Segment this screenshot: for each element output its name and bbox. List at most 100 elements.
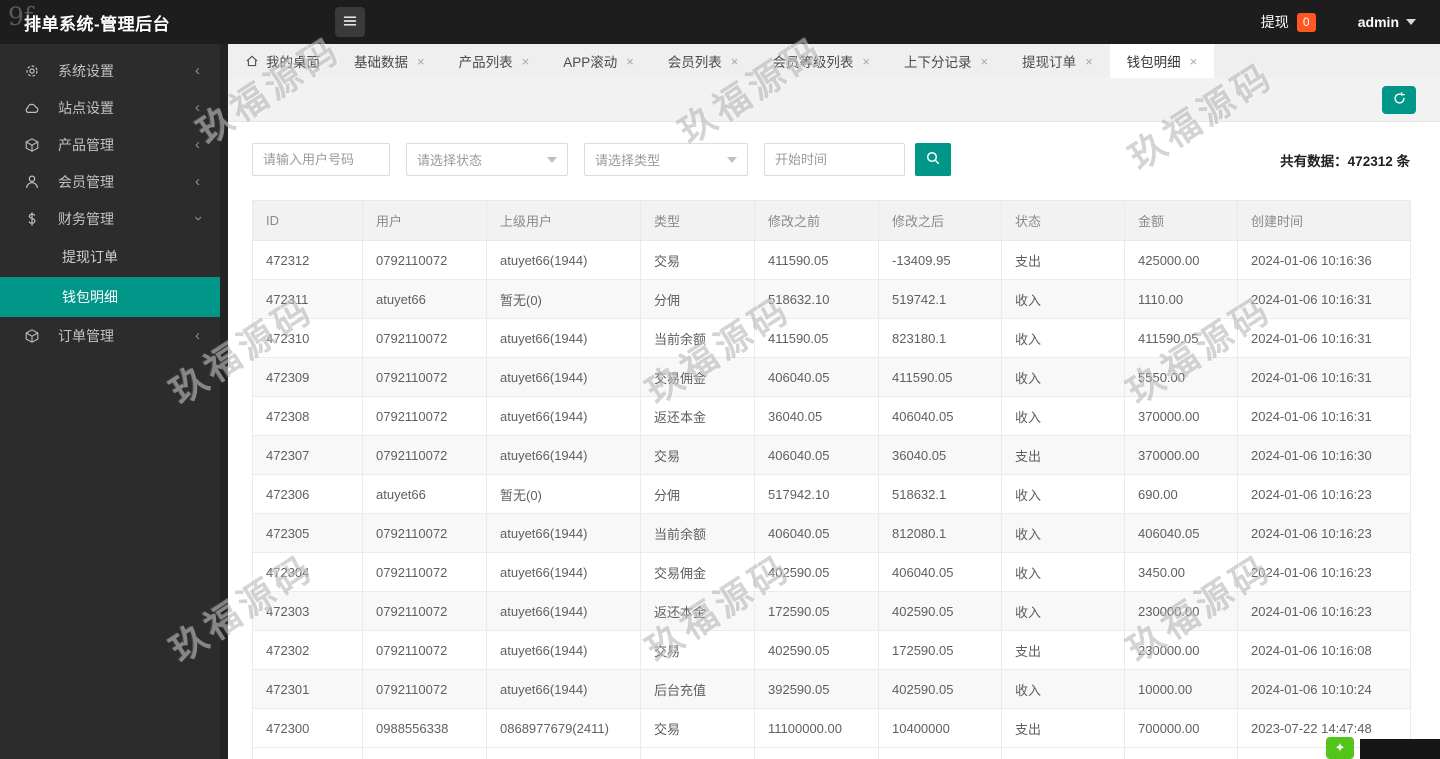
user-number-input[interactable] — [252, 143, 390, 176]
tab-2[interactable]: 产品列表 × — [442, 44, 547, 78]
table-cell: 472305 — [252, 513, 363, 553]
sidebar-item-label: 钱包明细 — [62, 289, 118, 305]
table-cell: 交易佣金 — [640, 552, 755, 592]
chat-widget-bar[interactable] — [1360, 739, 1440, 759]
table-cell: 2024-01-06 10:10:24 — [1237, 669, 1411, 709]
tab-label: 基础数据 — [354, 55, 408, 70]
search-icon — [925, 150, 941, 169]
table-cell: 当前余额 — [640, 513, 755, 553]
tab-0[interactable]: 我的桌面 — [228, 44, 337, 78]
table-cell: 分佣 — [640, 279, 755, 319]
table-cell: 472306 — [252, 474, 363, 514]
table-cell: 当前余额 — [640, 318, 755, 358]
sidebar-scrollbar[interactable] — [220, 44, 228, 759]
tab-4[interactable]: 会员列表 × — [651, 44, 756, 78]
table-cell: 402590.05 — [754, 630, 879, 670]
column-header: 金额 — [1124, 200, 1238, 241]
sidebar-item-2[interactable]: 产品管理 ‹ — [0, 126, 220, 163]
table-cell: 406040.05 — [878, 552, 1002, 592]
tab-label: 产品列表 — [458, 55, 513, 70]
close-icon[interactable]: × — [1085, 55, 1093, 68]
close-icon[interactable]: × — [862, 55, 870, 68]
refresh-button[interactable] — [1382, 85, 1416, 114]
table-cell: atuyet66(1944) — [486, 435, 641, 475]
table-cell — [640, 747, 755, 759]
table-cell — [754, 747, 879, 759]
sidebar-item-7[interactable]: 订单管理 ‹ — [0, 317, 220, 354]
chevron-left-icon: ‹ — [195, 99, 200, 116]
table-cell: 406040.05 — [878, 396, 1002, 436]
gear-icon — [24, 63, 40, 79]
table-cell: 517942.10 — [754, 474, 879, 514]
search-button[interactable] — [915, 143, 951, 176]
sidebar-item-label: 订单管理 — [58, 327, 114, 344]
table-cell: atuyet66(1944) — [486, 240, 641, 280]
withdraw-menu-item[interactable]: 提现 0 — [1261, 12, 1316, 32]
tab-8[interactable]: 钱包明细 × — [1109, 44, 1215, 78]
close-icon[interactable]: × — [417, 55, 425, 68]
table-cell: 0792110072 — [362, 435, 487, 475]
table-cell: 暂无(0) — [486, 279, 641, 319]
sidebar-item-5[interactable]: 提现订单 — [0, 237, 220, 277]
table-cell: 518632.1 — [878, 474, 1002, 514]
cube-icon — [24, 137, 40, 153]
type-select[interactable]: 请选择类型 — [584, 143, 748, 176]
table-cell: 406040.05 — [1124, 513, 1238, 553]
close-icon[interactable]: × — [522, 55, 530, 68]
tab-3[interactable]: APP滚动 × — [546, 44, 651, 78]
tab-label: 提现订单 — [1022, 55, 1077, 70]
tab-6[interactable]: 上下分记录 × — [887, 44, 1005, 78]
sidebar-item-0[interactable]: 系统设置 ‹ — [0, 52, 220, 89]
chevron-left-icon: ‹ — [195, 62, 200, 79]
table-cell: 交易 — [640, 630, 755, 670]
table-cell: 411590.05 — [878, 357, 1002, 397]
hamburger-icon — [342, 13, 358, 32]
table-cell: 425000.00 — [1124, 240, 1238, 280]
table-cell: 36040.05 — [754, 396, 879, 436]
table-cell: 交易 — [640, 708, 755, 748]
column-header: 修改之前 — [754, 200, 879, 241]
dollar-icon — [24, 211, 40, 227]
table-cell: 518632.10 — [754, 279, 879, 319]
table-cell: 收入 — [1001, 357, 1125, 397]
table-cell: 402590.05 — [878, 591, 1002, 631]
close-icon[interactable]: × — [1190, 55, 1198, 68]
table-cell: 472311 — [252, 279, 363, 319]
table-cell: 收入 — [1001, 513, 1125, 553]
main-area: 我的桌面 基础数据 × 产品列表 × APP滚动 × 会员列表 × 会员等级列表 × 上下分记录 × 提现… — [228, 44, 1440, 759]
user-dropdown[interactable]: admin — [1358, 14, 1416, 30]
table-cell: atuyet66(1944) — [486, 318, 641, 358]
sidebar-item-3[interactable]: 会员管理 ‹ — [0, 163, 220, 200]
table-cell: 406040.05 — [754, 513, 879, 553]
table-row: 472302 0792110072 atuyet66(1944) 交易 402590.0… — [252, 630, 1411, 670]
table-cell: 0792110072 — [362, 318, 487, 358]
table-cell: 交易佣金 — [640, 357, 755, 397]
sidebar-item-1[interactable]: 站点设置 ‹ — [0, 89, 220, 126]
table-cell: atuyet66 — [362, 474, 487, 514]
tab-7[interactable]: 提现订单 × — [1005, 44, 1110, 78]
sidebar-item-label: 财务管理 — [58, 210, 114, 227]
hamburger-menu-button[interactable] — [335, 7, 366, 37]
refresh-icon — [1392, 91, 1407, 109]
close-icon[interactable]: × — [626, 55, 634, 68]
sidebar-item-4[interactable]: 财务管理 ‹ — [0, 200, 220, 237]
app-title: 排单系统-管理后台 — [24, 14, 171, 34]
floating-contact-widget[interactable]: ✦ — [1326, 737, 1440, 759]
close-icon[interactable]: × — [980, 55, 988, 68]
tab-1[interactable]: 基础数据 × — [337, 44, 442, 78]
status-select[interactable]: 请选择状态 — [406, 143, 568, 176]
table-cell: 406040.05 — [754, 435, 879, 475]
tab-label: 我的桌面 — [266, 55, 320, 70]
sidebar-item-label: 系统设置 — [58, 62, 114, 79]
tab-5[interactable]: 会员等级列表 × — [755, 44, 887, 78]
table-cell: 472312 — [252, 240, 363, 280]
sidebar-item-6[interactable]: 钱包明细 — [0, 277, 220, 317]
table-cell: 402590.05 — [754, 552, 879, 592]
start-time-input[interactable] — [764, 143, 905, 176]
close-icon[interactable]: × — [731, 55, 739, 68]
wallet-detail-table: ID 用户 上级用户 类型 修改之前 修改之后 状态 金额 创建时间 472312 0792110… — [252, 200, 1411, 759]
table-cell: 收入 — [1001, 669, 1125, 709]
table-cell: 2024-01-06 10:16:23 — [1237, 552, 1411, 592]
chat-widget-icon[interactable]: ✦ — [1326, 737, 1354, 759]
table-cell: 2024-01-06 10:16:36 — [1237, 240, 1411, 280]
